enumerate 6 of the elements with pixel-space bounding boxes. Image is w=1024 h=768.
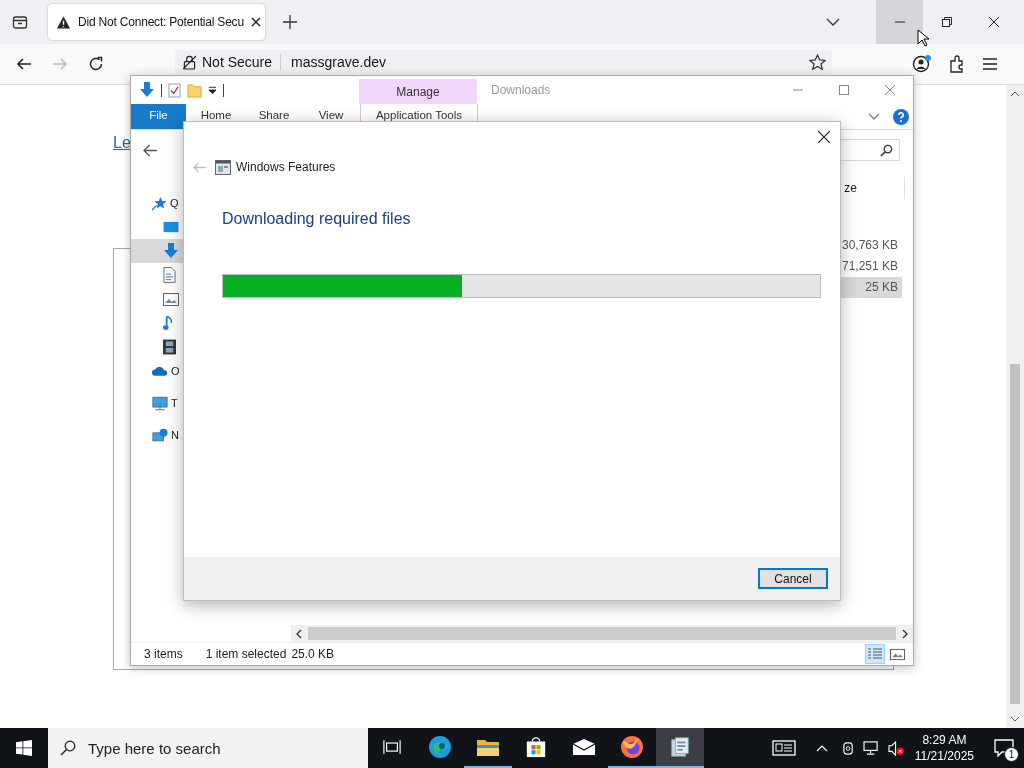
selection-info: 1 item selected — [205, 647, 287, 661]
selection-size: 25.0 KB — [291, 647, 335, 661]
status-heading: Downloading required files — [222, 210, 412, 228]
dialog-title: Windows Features — [236, 160, 336, 174]
item-count: 3 items — [144, 647, 183, 661]
window-title: Downloads — [491, 83, 551, 97]
